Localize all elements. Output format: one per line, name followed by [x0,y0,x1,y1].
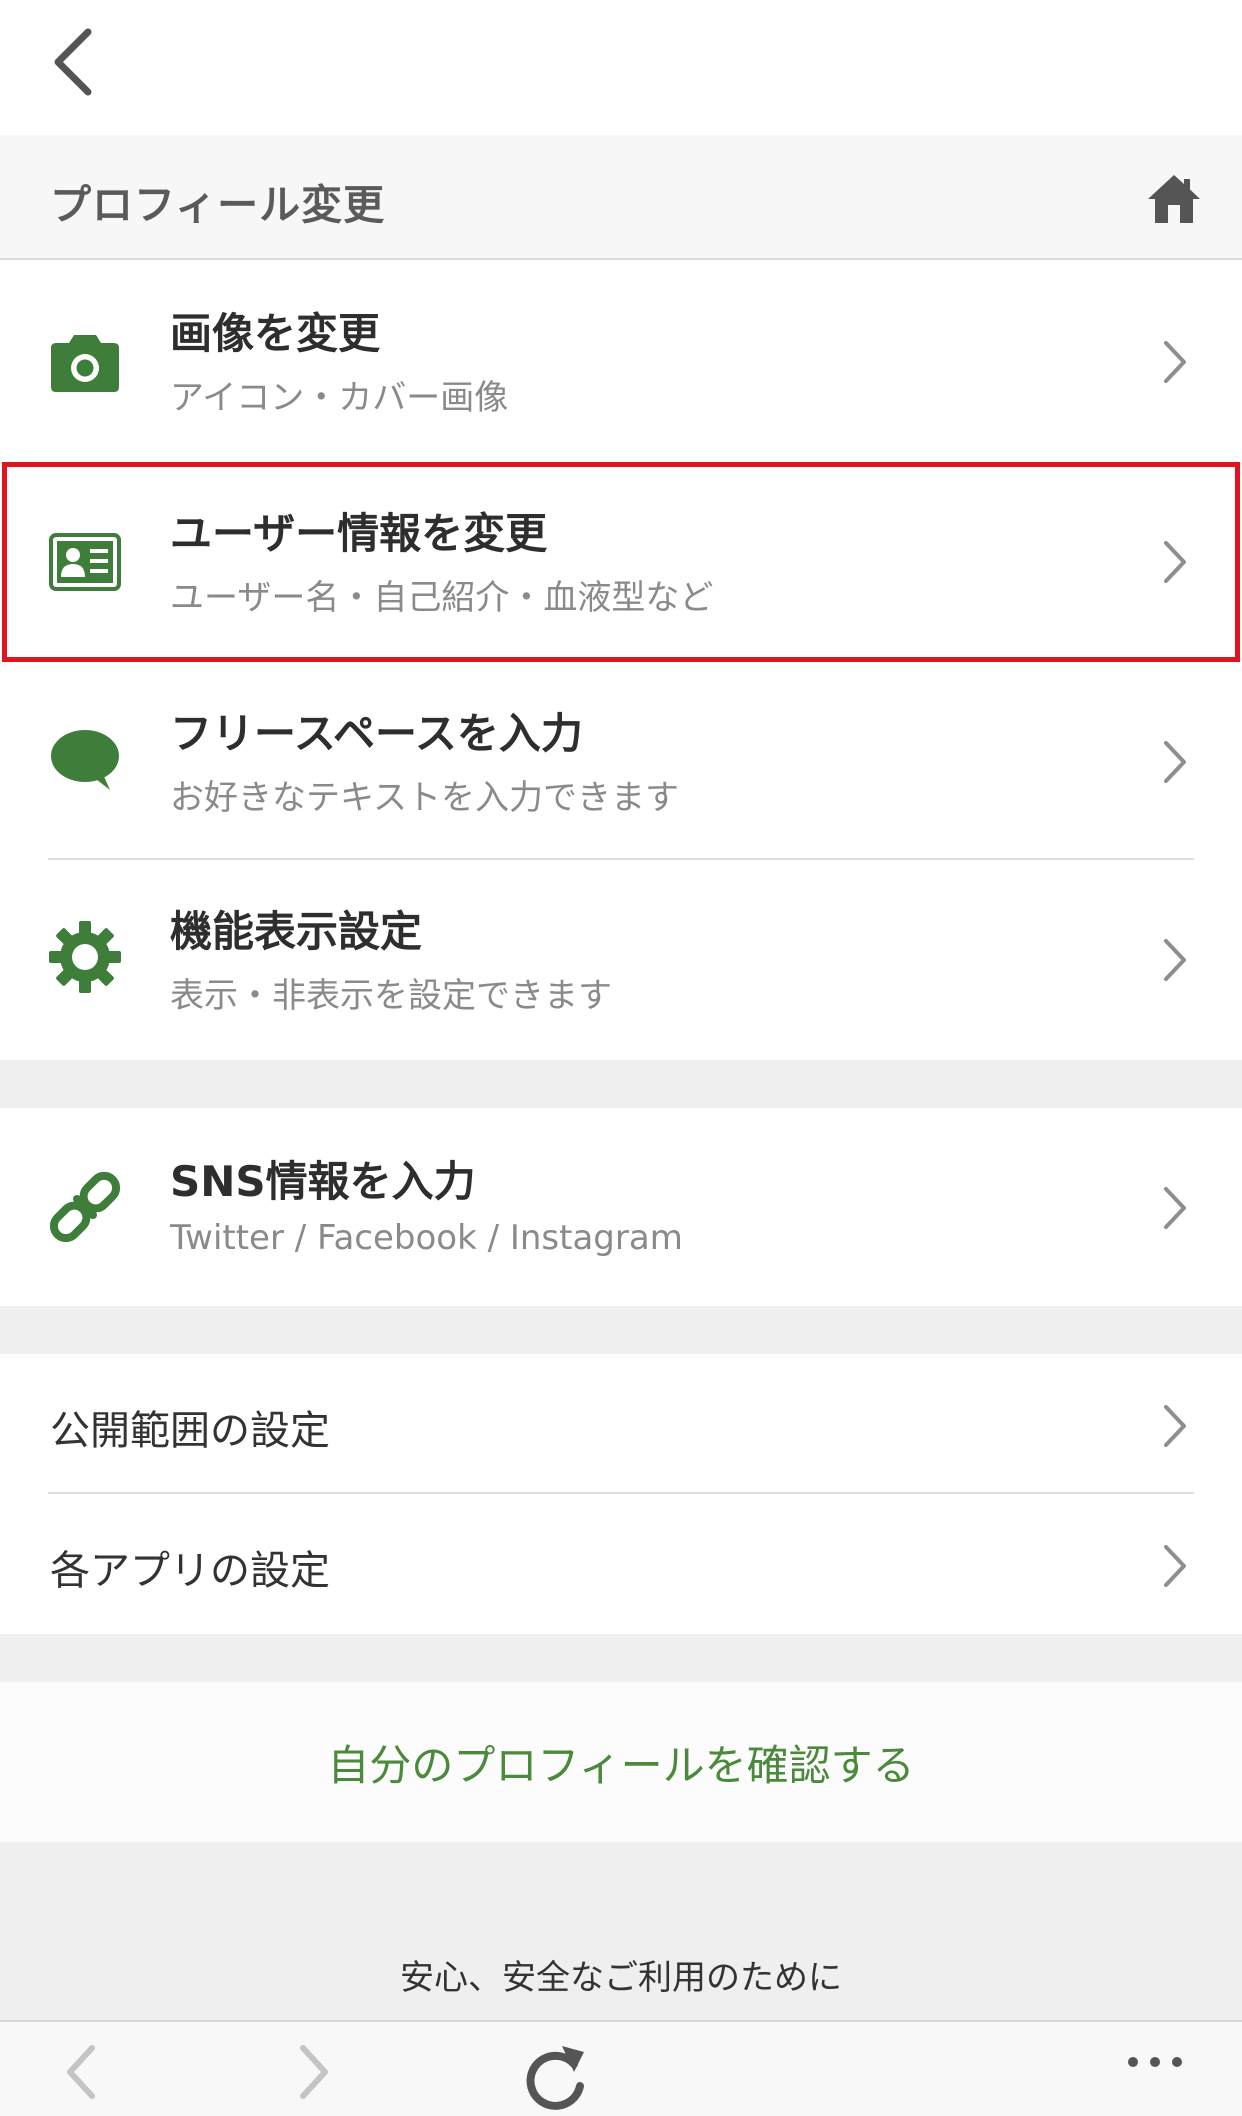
chevron-right-icon [1164,341,1186,383]
safety-info-link[interactable]: 安心、安全なご利用のために [0,1950,1242,1999]
menu-item-app-settings[interactable]: 各アプリの設定 [0,1494,1242,1634]
browser-more-button[interactable] [1120,2042,1190,2116]
browser-toolbar [0,2020,1242,2116]
browser-forward-button[interactable] [285,2042,345,2116]
menu-item-change-user-info[interactable]: ユーザー情報を変更 ユーザー名・自己紹介・血液型など [0,462,1242,662]
menu-item-feature-display[interactable]: 機能表示設定 表示・非表示を設定できます [0,860,1242,1060]
gear-icon [48,920,122,994]
menu-item-subtitle: お好きなテキストを入力できます [170,778,679,818]
browser-reload-button[interactable] [520,2042,590,2116]
menu-item-label: 公開範囲の設定 [50,1408,330,1454]
home-button[interactable] [1146,171,1202,227]
browser-back-button[interactable] [50,2042,110,2116]
speech-bubble-icon [48,723,122,797]
section-gap [0,1060,1242,1108]
chevron-right-icon [1164,741,1186,783]
chevron-right-icon [1164,1187,1186,1229]
chevron-right-icon [300,2045,328,2099]
chevron-left-icon [67,2045,95,2099]
page-title: プロフィール変更 [50,181,386,229]
section-gap [0,1634,1242,1682]
back-button[interactable] [40,22,120,112]
chevron-right-icon [1164,1545,1186,1587]
menu-item-free-space[interactable]: フリースペースを入力 お好きなテキストを入力できます [0,662,1242,858]
chevron-right-icon [1164,541,1186,583]
chevron-left-icon [54,28,92,96]
menu-item-subtitle: Twitter / Facebook / Instagram [170,1218,683,1258]
confirm-profile-link[interactable]: 自分のプロフィールを確認する [0,1732,1242,1793]
menu-item-subtitle: ユーザー名・自己紹介・血液型など [170,578,714,618]
menu-item-subtitle: 表示・非表示を設定できます [170,976,612,1016]
menu-item-title: ユーザー情報を変更 [170,509,548,558]
menu-item-title: フリースペースを入力 [170,709,583,758]
chevron-right-icon [1164,1405,1186,1447]
home-icon [1148,175,1200,223]
camera-icon [48,325,122,399]
menu-item-change-image[interactable]: 画像を変更 アイコン・カバー画像 [0,262,1242,462]
section-header: プロフィール変更 [0,135,1242,260]
menu-item-visibility-settings[interactable]: 公開範囲の設定 [0,1354,1242,1494]
chevron-right-icon [1164,939,1186,981]
more-icon [1128,2057,1182,2067]
menu-item-sns-info[interactable]: SNS情報を入力 Twitter / Facebook / Instagram [0,1108,1242,1306]
top-bar [0,0,1242,135]
confirm-profile-area: 自分のプロフィールを確認する [0,1682,1242,1842]
id-card-icon [48,525,122,599]
menu-item-subtitle: アイコン・カバー画像 [170,378,509,418]
link-icon [48,1170,122,1244]
menu-item-label: 各アプリの設定 [50,1548,330,1594]
menu-item-title: 画像を変更 [170,309,381,358]
footer: 安心、安全なご利用のために [0,1842,1242,2020]
reload-icon [526,2046,584,2110]
menu-item-title: SNS情報を入力 [170,1157,476,1206]
menu-item-title: 機能表示設定 [170,907,423,956]
section-gap [0,1306,1242,1354]
